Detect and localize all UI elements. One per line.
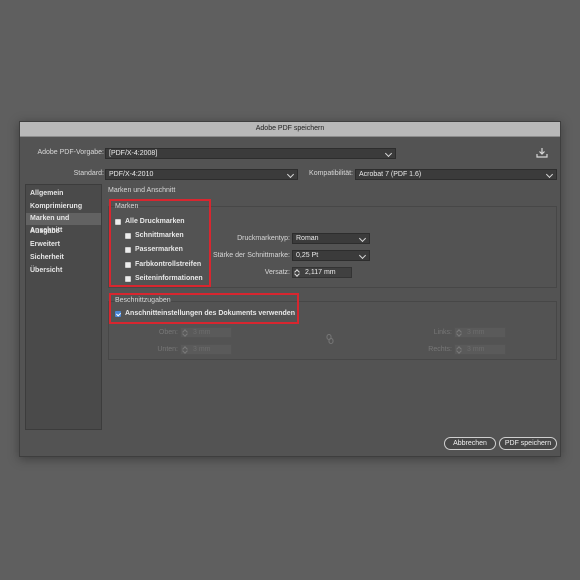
stepper-icon[interactable] — [457, 346, 462, 353]
offset-value: 2,117 mm — [305, 269, 336, 276]
sidebar-item-uebersicht[interactable]: Übersicht — [26, 265, 101, 277]
offset-label: Versatz: — [264, 269, 290, 276]
chain-link-icon[interactable] — [326, 334, 334, 344]
mark-type-value: Roman — [296, 235, 319, 242]
stepper-icon[interactable] — [183, 329, 188, 336]
chevron-down-icon — [545, 170, 554, 179]
bleed-right-field[interactable]: 3 mm — [454, 344, 506, 355]
save-preset-icon[interactable] — [536, 148, 548, 158]
mark-weight-label: Stärke der Schnittmarke: — [212, 252, 290, 259]
marks-highlight-box — [109, 199, 211, 287]
bleed-top-field[interactable]: 3 mm — [180, 327, 232, 338]
bleed-top-value: 3 mm — [193, 329, 211, 336]
bleed-left-label: Links: — [433, 329, 452, 336]
bleed-highlight-box — [109, 293, 299, 324]
save-pdf-button[interactable]: PDF speichern — [499, 437, 557, 450]
standard-value: PDF/X-4:2010 — [109, 171, 154, 178]
sidebar-item-marken-und-anschnitt[interactable]: Marken und Anschnitt — [26, 213, 101, 234]
preset-select[interactable]: [PDF/X-4:2008] — [105, 148, 396, 159]
bleed-left-value: 3 mm — [467, 329, 485, 336]
section-title: Marken und Anschnitt — [108, 187, 176, 194]
bleed-left-field[interactable]: 3 mm — [454, 327, 506, 338]
bleed-bottom-value: 3 mm — [193, 346, 211, 353]
sidebar-item-erweitert[interactable]: Erweitert — [26, 239, 101, 251]
chevron-down-icon — [384, 149, 393, 158]
sidebar-item-komprimierung[interactable]: Komprimierung — [26, 201, 101, 213]
sidebar: Allgemein Komprimierung Marken und Ansch… — [25, 184, 102, 430]
pdf-save-dialog: Adobe PDF speichern Adobe PDF-Vorgabe: [… — [19, 121, 561, 457]
mark-weight-select[interactable]: 0,25 Pt — [292, 250, 370, 261]
stepper-icon[interactable] — [183, 346, 188, 353]
sidebar-item-ausgabe[interactable]: Ausgabe — [26, 226, 101, 238]
mark-weight-value: 0,25 Pt — [296, 252, 319, 259]
chevron-down-icon — [358, 251, 367, 260]
standard-label: Standard: — [73, 170, 104, 177]
preset-label: Adobe PDF-Vorgabe: — [37, 149, 104, 156]
bleed-top-label: Oben: — [158, 329, 178, 336]
bleed-bottom-label: Unten: — [157, 346, 178, 353]
bleed-bottom-field[interactable]: 3 mm — [180, 344, 232, 355]
bleed-right-value: 3 mm — [467, 346, 485, 353]
mark-type-select[interactable]: Roman — [292, 233, 370, 244]
mark-type-label: Druckmarkentyp: — [237, 235, 290, 242]
bleed-right-label: Rechts: — [428, 346, 452, 353]
stepper-icon[interactable] — [295, 269, 300, 276]
sidebar-item-sicherheit[interactable]: Sicherheit — [26, 252, 101, 264]
chevron-down-icon — [286, 170, 295, 179]
offset-field[interactable]: 2,117 mm — [292, 267, 352, 278]
preset-value: [PDF/X-4:2008] — [109, 150, 158, 157]
sidebar-item-allgemein[interactable]: Allgemein — [26, 188, 101, 200]
compat-label: Kompatibilität: — [309, 170, 353, 177]
stepper-icon[interactable] — [457, 329, 462, 336]
compat-select[interactable]: Acrobat 7 (PDF 1.6) — [355, 169, 557, 180]
chevron-down-icon — [358, 234, 367, 243]
cancel-button[interactable]: Abbrechen — [444, 437, 496, 450]
standard-select[interactable]: PDF/X-4:2010 — [105, 169, 298, 180]
dialog-title: Adobe PDF speichern — [20, 122, 560, 137]
compat-value: Acrobat 7 (PDF 1.6) — [359, 171, 422, 178]
